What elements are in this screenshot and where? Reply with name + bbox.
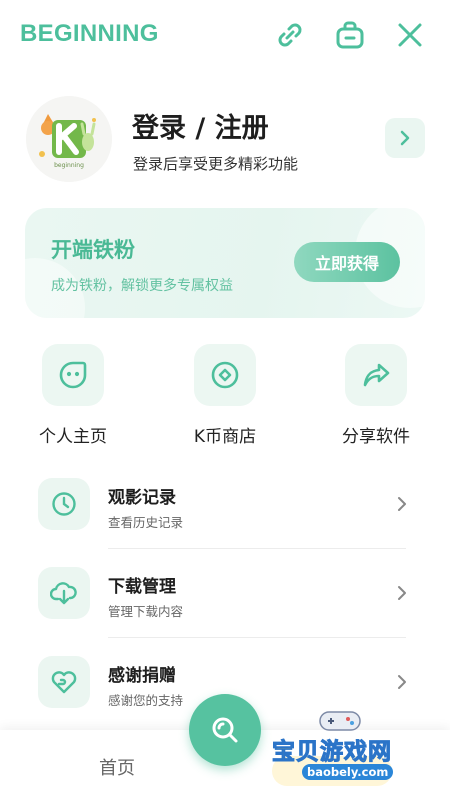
quick-action-homepage[interactable]: 个人主页: [13, 344, 133, 447]
profile-page: BEGINNING beginning 登录 / 注册 登录后享受更多精彩功能 …: [0, 0, 450, 800]
menu-item-title: 感谢捐赠: [108, 666, 176, 686]
fan-card-title: 开端铁粉: [51, 238, 135, 262]
chevron-right-icon: [394, 494, 410, 514]
avatar[interactable]: beginning: [26, 96, 112, 182]
nav-home-tab[interactable]: 首页: [99, 754, 135, 780]
quick-action-kcoin-store[interactable]: K币商店: [165, 344, 285, 447]
close-icon[interactable]: [393, 18, 427, 52]
login-subtitle: 登录后享受更多精彩功能: [133, 155, 299, 173]
login-register-title[interactable]: 登录 / 注册: [132, 106, 269, 145]
link-icon[interactable]: [273, 18, 307, 52]
divider: [108, 637, 406, 638]
quick-action-label: 个人主页: [39, 427, 107, 447]
chevron-right-icon: [394, 583, 410, 603]
share-icon: [345, 344, 407, 406]
menu-item-download-manager[interactable]: 下载管理 管理下载内容: [38, 563, 413, 633]
fan-membership-card: 开端铁粉 成为铁粉，解锁更多专属权益 立即获得: [25, 208, 425, 318]
watermark-url: baobely.com: [302, 764, 394, 780]
chevron-right-icon: [400, 130, 410, 146]
clock-icon: [38, 478, 90, 530]
gamepad-icon: [319, 711, 361, 731]
watermark-text: 宝贝游戏网: [272, 739, 392, 766]
quick-action-share-app[interactable]: 分享软件: [316, 344, 436, 447]
get-now-button[interactable]: 立即获得: [294, 242, 400, 282]
menu-item-title: 观影记录: [108, 488, 176, 508]
cloud-download-icon: [38, 567, 90, 619]
search-button[interactable]: [189, 694, 261, 766]
menu-item-subtitle: 感谢您的支持: [108, 693, 184, 708]
profile-arrow-button[interactable]: [385, 118, 425, 158]
menu-item-title: 下载管理: [108, 577, 176, 597]
coin-icon: [194, 344, 256, 406]
search-icon: [212, 717, 238, 743]
quick-action-label: K币商店: [193, 427, 257, 447]
divider: [108, 548, 406, 549]
fan-card-subtitle: 成为铁粉，解锁更多专属权益: [51, 278, 233, 294]
heart-hand-icon: [38, 656, 90, 708]
top-bar: BEGINNING: [0, 0, 450, 72]
watermark: 宝贝游戏网 baobely.com: [272, 704, 432, 794]
avatar-caption: beginning: [54, 162, 84, 169]
smiley-icon: [42, 344, 104, 406]
chevron-right-icon: [394, 672, 410, 692]
brand-title: BEGINNING: [20, 20, 159, 47]
quick-action-label: 分享软件: [342, 427, 410, 447]
menu-item-subtitle: 管理下载内容: [108, 604, 184, 619]
bag-icon[interactable]: [333, 18, 367, 52]
menu-item-watch-history[interactable]: 观影记录 查看历史记录: [38, 474, 413, 544]
menu-item-subtitle: 查看历史记录: [108, 515, 184, 530]
